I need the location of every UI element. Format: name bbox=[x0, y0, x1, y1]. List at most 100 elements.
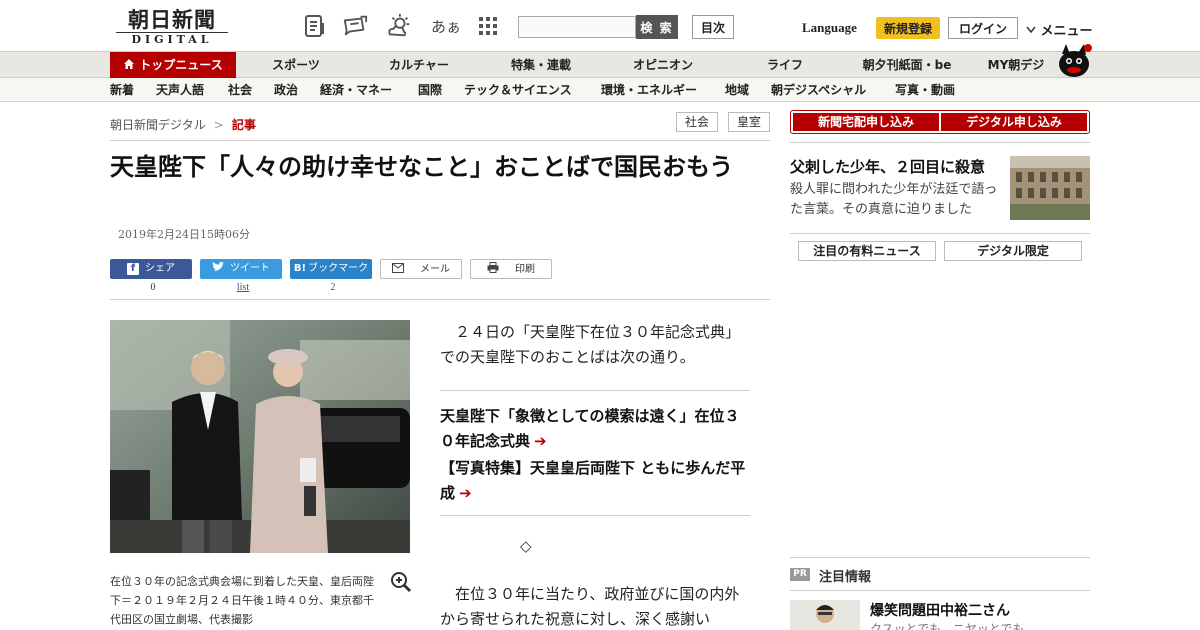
print-button[interactable]: 印刷 bbox=[470, 259, 552, 279]
article-photo[interactable] bbox=[110, 320, 410, 553]
nav-item-culture[interactable]: カルチャー bbox=[378, 52, 460, 78]
divider bbox=[790, 590, 1090, 591]
nav-item-features[interactable]: 特集・連載 bbox=[502, 52, 580, 78]
pr-badge: PR bbox=[790, 568, 810, 581]
twitter-share-button[interactable]: ツイート bbox=[200, 259, 282, 279]
article-lead: ２４日の「天皇陛下在位３０年記念式典」での天皇陛下のおことばは次の通り。 bbox=[440, 323, 741, 366]
breadcrumb-home[interactable]: 朝日新聞デジタル bbox=[110, 118, 206, 132]
facebook-icon: f bbox=[127, 263, 139, 275]
newspaper-icon[interactable] bbox=[302, 13, 328, 39]
related-article-title: 【写真特集】天皇皇后両陛下 ともに歩んだ平成 bbox=[440, 459, 746, 502]
nav-item-tensei[interactable]: 天声人語 bbox=[156, 78, 204, 102]
secondary-nav: 新着 天声人語 社会 政治 経済・マネー 国際 テック＆サイエンス 環境・エネル… bbox=[0, 78, 1200, 102]
nav-item-life[interactable]: ライフ bbox=[756, 52, 814, 78]
nav-item-region[interactable]: 地域 bbox=[725, 78, 749, 102]
tag-society[interactable]: 社会 bbox=[676, 112, 718, 132]
divider bbox=[110, 140, 770, 141]
pr-headline[interactable]: 爆笑問題田中裕二さん bbox=[870, 600, 1010, 620]
menu-button[interactable]: メニュー bbox=[1026, 20, 1093, 39]
nav-item-tech[interactable]: テック＆サイエンス bbox=[464, 78, 572, 102]
nav-item-economy[interactable]: 経済・マネー bbox=[320, 78, 392, 102]
nav-item-special[interactable]: 朝デジスペシャル bbox=[771, 78, 866, 102]
message-icon[interactable] bbox=[342, 13, 368, 39]
hatena-icon: B! bbox=[293, 263, 307, 274]
chevron-down-icon bbox=[1026, 26, 1036, 34]
facebook-share-button[interactable]: f シェア bbox=[110, 259, 192, 279]
nav-item-photo-video[interactable]: 写真・動画 bbox=[895, 78, 955, 102]
login-button[interactable]: ログイン bbox=[948, 17, 1018, 39]
nav-item-top-news[interactable]: トップニュース bbox=[110, 52, 236, 78]
divider bbox=[790, 557, 1090, 558]
breadcrumb-current: 記事 bbox=[231, 118, 256, 132]
nav-item-opinion[interactable]: オピニオン bbox=[622, 52, 704, 78]
menu-label: メニュー bbox=[1040, 24, 1093, 39]
site-header: 朝日新聞 DIGITAL あぁ 検 索 目次 Language 新規登録 ログイ… bbox=[0, 0, 1200, 52]
nav-item-society[interactable]: 社会 bbox=[228, 78, 252, 102]
logo-japanese: 朝日新聞 bbox=[128, 7, 216, 32]
pr-thumbnail-image bbox=[790, 600, 860, 630]
nav-item-sports[interactable]: スポーツ bbox=[258, 52, 334, 78]
arrow-right-icon: ➔ bbox=[459, 484, 472, 502]
divider bbox=[440, 515, 750, 516]
related-article-title: 天皇陛下「象徴としての模索は遠く」在位３０年記念式典 bbox=[440, 407, 740, 450]
search-input[interactable] bbox=[518, 16, 636, 38]
register-button[interactable]: 新規登録 bbox=[876, 17, 940, 39]
section-separator: ◇ bbox=[520, 537, 532, 555]
twitter-icon bbox=[212, 262, 224, 271]
pr-thumbnail[interactable] bbox=[790, 600, 860, 630]
hatena-count[interactable]: 2 bbox=[292, 282, 374, 293]
article-headline: 天皇陛下「人々の助け幸せなこと」おことばで国民おもう bbox=[110, 153, 734, 181]
article-date: 2019年2月24日15時06分 bbox=[118, 228, 250, 241]
twitter-share-label: ツイート bbox=[230, 263, 270, 274]
home-icon bbox=[124, 59, 135, 69]
article-body: 在位３０年に当たり、政府並びに国の内外から寄せられた祝意に対し、深く感謝い bbox=[440, 585, 740, 628]
photo-caption: 在位３０年の記念式典会場に到着した天皇、皇后両陛下＝２０１９年２月２４日午後１時… bbox=[110, 575, 374, 626]
language-link[interactable]: Language bbox=[802, 20, 857, 36]
facebook-share-label: シェア bbox=[145, 263, 175, 274]
hatena-bookmark-label: ブックマーク bbox=[308, 263, 369, 274]
feature-thumbnail[interactable] bbox=[1010, 156, 1090, 220]
pr-subtext[interactable]: クスッとでも、ニヤッとでも bbox=[870, 620, 1025, 630]
mail-icon bbox=[392, 263, 404, 273]
logo-english: DIGITAL bbox=[116, 32, 228, 46]
breadcrumb-separator: > bbox=[213, 118, 224, 132]
print-label: 印刷 bbox=[515, 264, 535, 275]
search-button[interactable]: 検 索 bbox=[636, 15, 678, 39]
nav-item-politics[interactable]: 政治 bbox=[274, 78, 298, 102]
breadcrumb: 朝日新聞デジタル > 記事 bbox=[110, 116, 256, 133]
weather-icon[interactable] bbox=[386, 13, 412, 39]
tab-digital-only[interactable]: デジタル限定 bbox=[944, 241, 1082, 261]
article-photo-image bbox=[110, 320, 410, 553]
subscribe-digital-button[interactable]: デジタル申し込み bbox=[941, 113, 1087, 131]
mascot-icon[interactable] bbox=[1052, 42, 1092, 78]
site-logo[interactable]: 朝日新聞 DIGITAL bbox=[116, 8, 228, 48]
toc-button[interactable]: 目次 bbox=[692, 15, 734, 39]
feature-description[interactable]: 殺人罪に問われた少年が法廷で語った言葉。その真意に迫りました bbox=[790, 180, 1002, 220]
related-article-link[interactable]: 天皇陛下「象徴としての模索は遠く」在位３０年記念式典 ➔ bbox=[440, 404, 752, 454]
grid-menu-icon[interactable] bbox=[475, 13, 501, 39]
zoom-icon[interactable] bbox=[390, 571, 412, 593]
nav-item-my-asahi[interactable]: MY朝デジ bbox=[982, 52, 1050, 78]
hatena-bookmark-button[interactable]: B! ブックマーク bbox=[290, 259, 372, 279]
font-size-icon[interactable]: あぁ bbox=[431, 13, 461, 39]
related-article-link[interactable]: 【写真特集】天皇皇后両陛下 ともに歩んだ平成 ➔ bbox=[440, 456, 752, 506]
facebook-count: 0 bbox=[150, 282, 156, 293]
arrow-right-icon: ➔ bbox=[534, 432, 547, 450]
feature-title[interactable]: 父刺した少年、２回目に殺意 bbox=[790, 156, 1002, 177]
tag-imperial[interactable]: 皇室 bbox=[728, 112, 770, 132]
divider bbox=[790, 233, 1090, 234]
nav-item-paper[interactable]: 朝夕刊紙面・be bbox=[854, 52, 960, 78]
nav-item-international[interactable]: 国際 bbox=[418, 78, 442, 102]
primary-nav: トップニュース スポーツ カルチャー 特集・連載 オピニオン ライフ 朝夕刊紙面… bbox=[0, 52, 1200, 78]
print-icon bbox=[487, 262, 499, 273]
nav-item-latest[interactable]: 新着 bbox=[110, 78, 134, 102]
nav-item-environment[interactable]: 環境・エネルギー bbox=[601, 78, 697, 102]
divider bbox=[790, 142, 1090, 143]
subscribe-box: 新聞宅配申し込み デジタル申し込み bbox=[790, 110, 1090, 134]
mail-share-label: メール bbox=[420, 264, 450, 275]
subscribe-paper-button[interactable]: 新聞宅配申し込み bbox=[793, 113, 939, 131]
twitter-count[interactable]: list bbox=[202, 282, 284, 293]
mail-share-button[interactable]: メール bbox=[380, 259, 462, 279]
pr-section-title: 注目情報 bbox=[819, 570, 872, 585]
tab-paid-news[interactable]: 注目の有料ニュース bbox=[798, 241, 936, 261]
